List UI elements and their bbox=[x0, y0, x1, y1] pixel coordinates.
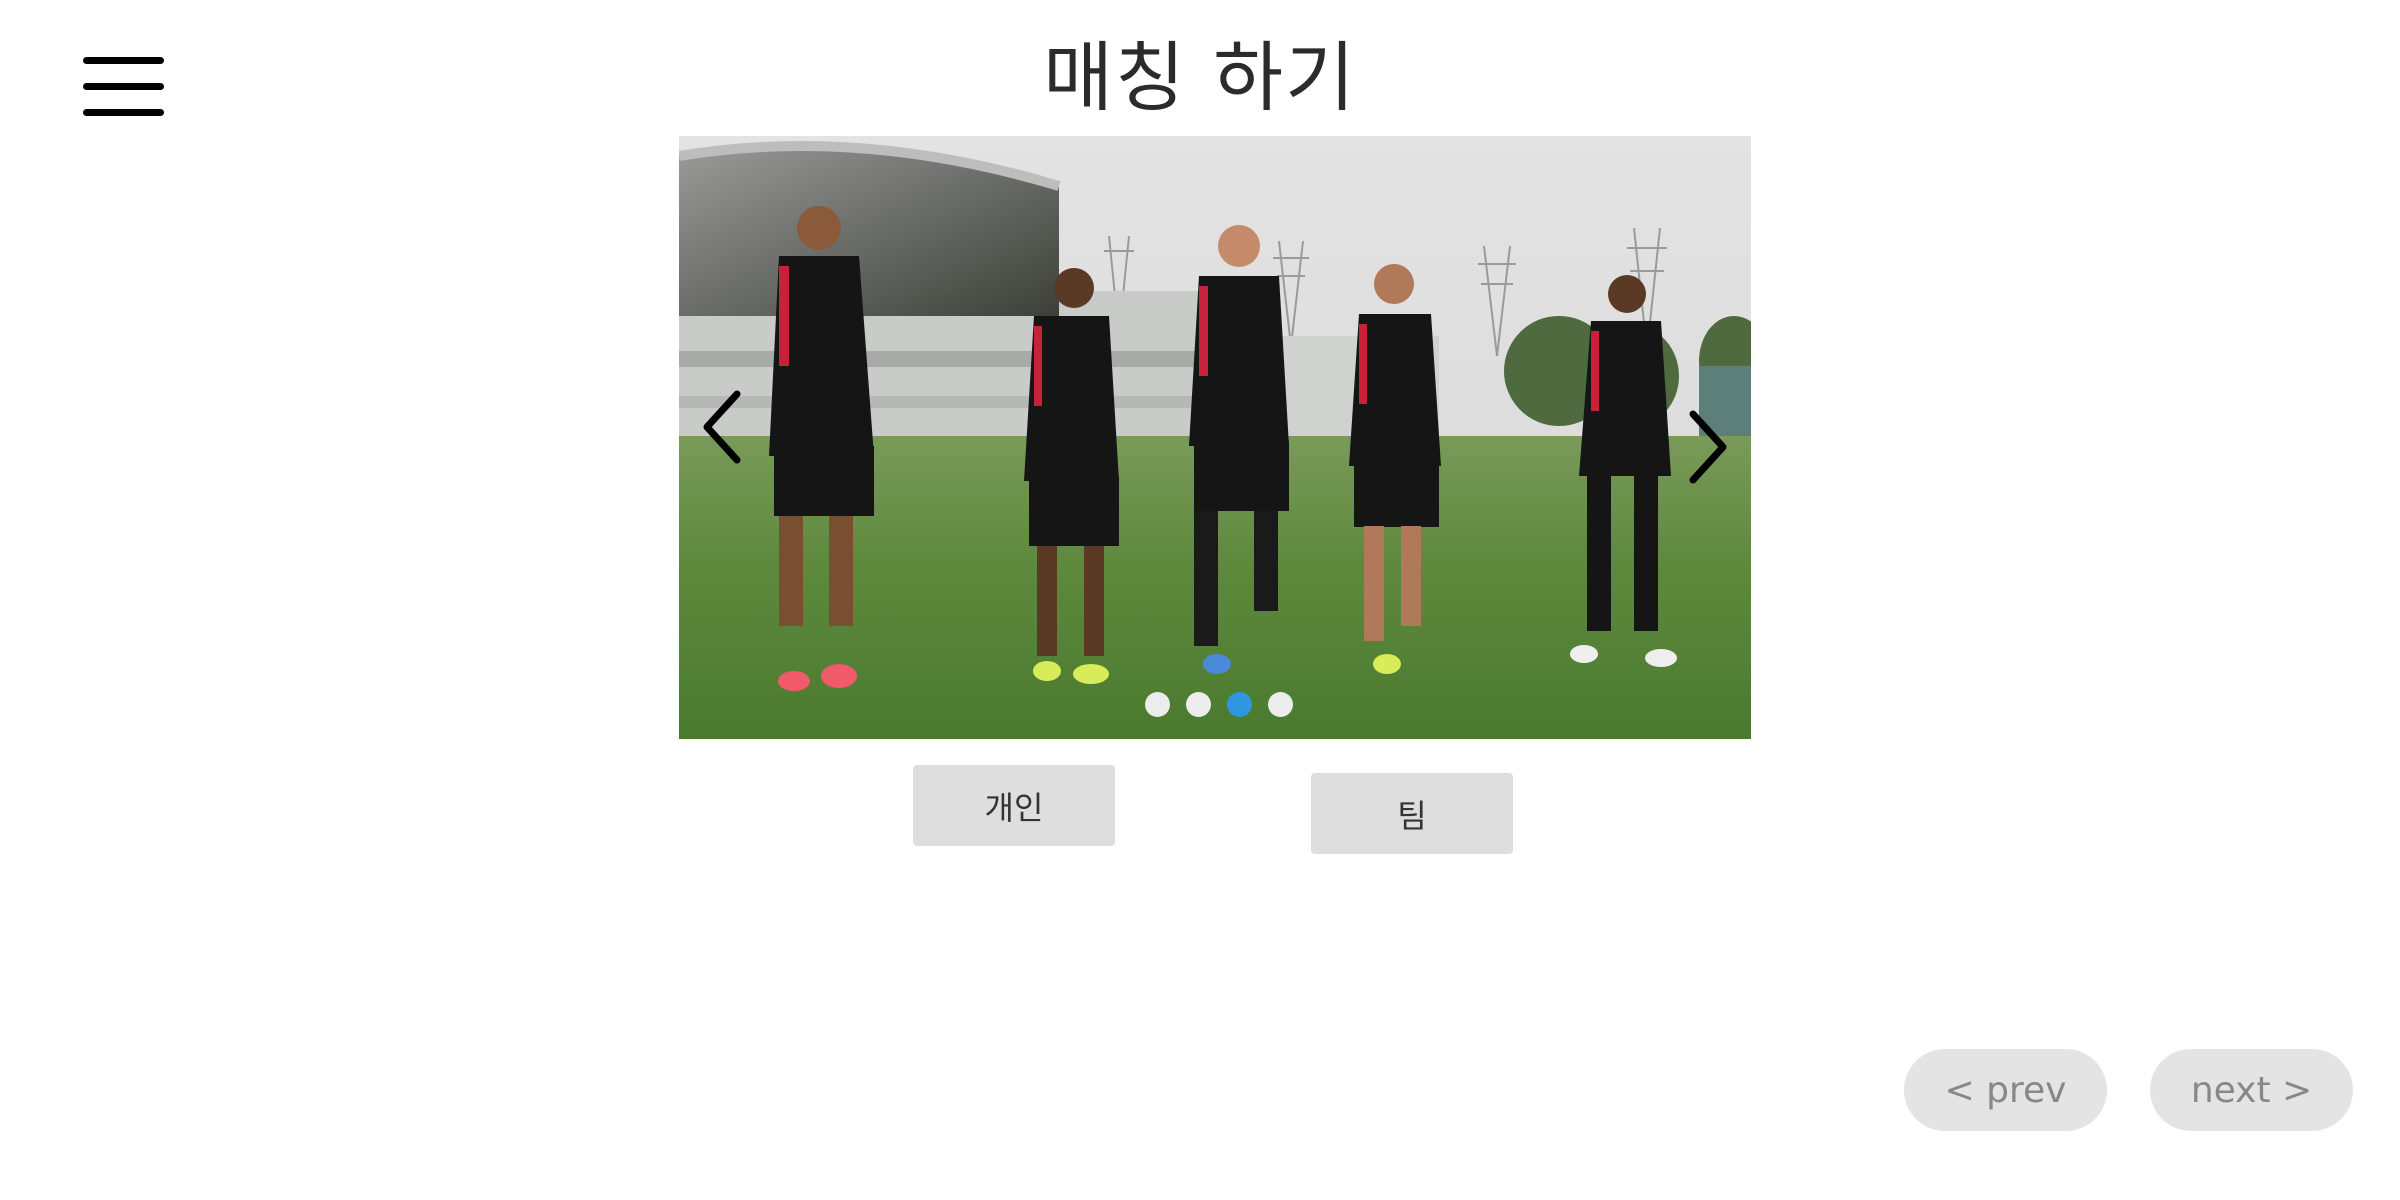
prev-button[interactable]: < prev bbox=[1904, 1049, 2107, 1131]
chevron-right-icon bbox=[1689, 410, 1727, 484]
team-button[interactable]: 팀 bbox=[1311, 773, 1513, 854]
carousel-dot-2[interactable] bbox=[1186, 692, 1211, 717]
carousel-next-arrow[interactable] bbox=[1677, 402, 1737, 492]
carousel-dot-3[interactable] bbox=[1227, 692, 1252, 717]
carousel-dot-4[interactable] bbox=[1268, 692, 1293, 717]
carousel-slide-image bbox=[679, 136, 1751, 739]
carousel-prev-arrow[interactable] bbox=[693, 382, 753, 472]
page-title: 매칭 하기 bbox=[1043, 33, 1357, 122]
matching-page: 매칭 하기 개인 팀 < prev next > bbox=[0, 0, 2400, 1200]
next-button[interactable]: next > bbox=[2150, 1049, 2353, 1131]
individual-button[interactable]: 개인 bbox=[913, 765, 1115, 846]
carousel-indicators bbox=[679, 692, 1751, 718]
image-carousel[interactable] bbox=[679, 136, 1751, 739]
chevron-left-icon bbox=[703, 390, 741, 464]
carousel-dot-1[interactable] bbox=[1145, 692, 1170, 717]
